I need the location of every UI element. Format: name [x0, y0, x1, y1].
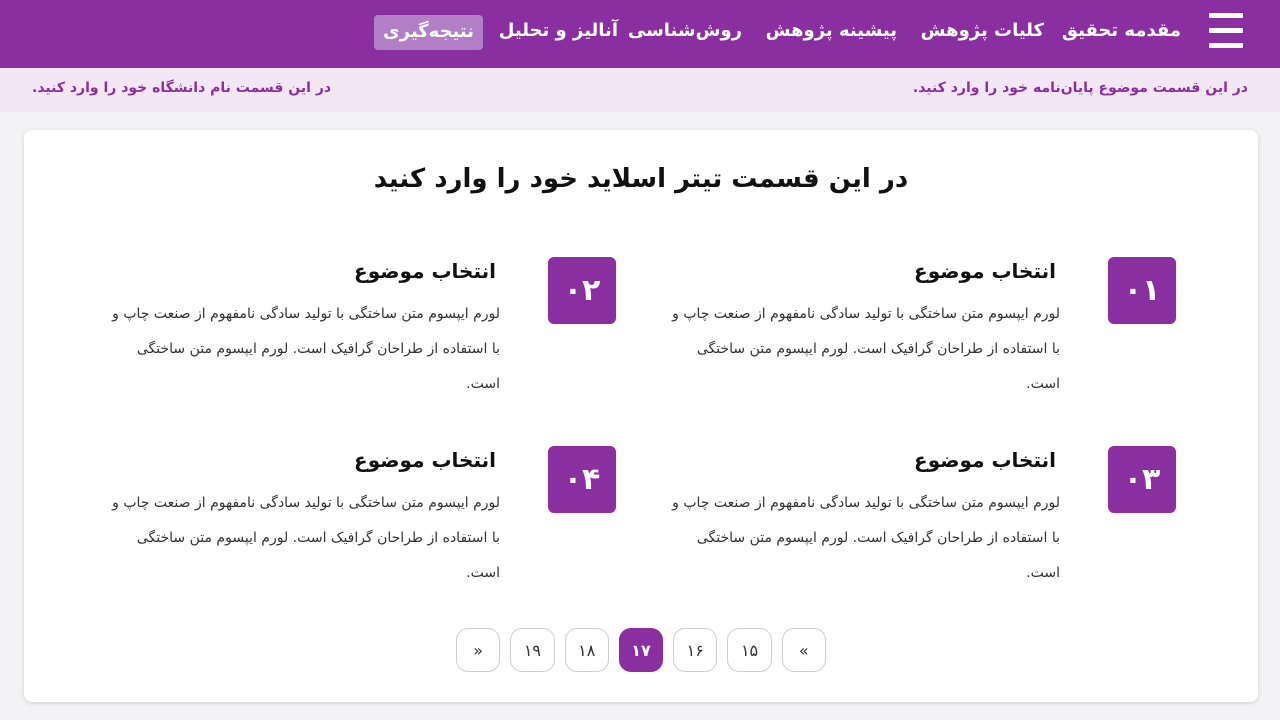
pagination-next-button[interactable]: »: [456, 628, 501, 672]
step-title: انتخاب موضوع: [354, 448, 496, 472]
pagination-page-16[interactable]: ۱۶: [673, 628, 718, 672]
hamburger-line: [1209, 43, 1243, 48]
nav-item-introduction[interactable]: مقدمه تحقیق: [1062, 14, 1181, 50]
nav-item-methodology[interactable]: روش‌شناسی: [628, 14, 742, 50]
slide-card: در این قسمت تیتر اسلاید خود را وارد کنید…: [24, 130, 1258, 702]
nav-item-analysis[interactable]: آنالیز و تحلیل: [499, 14, 618, 50]
pagination-page-17-current[interactable]: ۱۷: [618, 628, 664, 672]
step-item-01: ۰۱ انتخاب موضوع لورم ایپسوم متن ساختگی ب…: [656, 257, 1176, 407]
hamburger-line: [1209, 28, 1243, 33]
university-name-text: در این قسمت نام دانشگاه خود را وارد کنید…: [32, 80, 332, 96]
step-item-03: ۰۳ انتخاب موضوع لورم ایپسوم متن ساختگی ب…: [656, 446, 1176, 596]
pagination-page-18[interactable]: ۱۸: [564, 628, 609, 672]
pagination-page-15[interactable]: ۱۵: [727, 628, 772, 672]
step-item-04: ۰۴ انتخاب موضوع لورم ایپسوم متن ساختگی ب…: [96, 446, 616, 596]
pagination-page-19[interactable]: ۱۹: [510, 628, 555, 672]
top-nav-bar: مقدمه تحقیق کلیات پژوهش پیشینه پژوهش روش…: [0, 0, 1280, 68]
step-description: لورم ایپسوم متن ساختگی با تولید سادگی نا…: [672, 306, 1060, 392]
nav-item-conclusion[interactable]: نتیجه‌گیری: [374, 15, 483, 50]
step-title: انتخاب موضوع: [914, 448, 1056, 472]
step-item-02: ۰۲ انتخاب موضوع لورم ایپسوم متن ساختگی ب…: [96, 257, 616, 407]
step-description: لورم ایپسوم متن ساختگی با تولید سادگی نا…: [112, 495, 500, 581]
step-number-badge: ۰۳: [1108, 446, 1176, 513]
step-number-badge: ۰۲: [548, 257, 616, 324]
step-number-badge: ۰۱: [1108, 257, 1176, 324]
step-title: انتخاب موضوع: [914, 259, 1056, 283]
step-number-badge: ۰۴: [548, 446, 616, 513]
sub-header-bar: در این قسمت موضوع پایان‌نامه خود را وارد…: [0, 68, 1280, 112]
thesis-topic-text: در این قسمت موضوع پایان‌نامه خود را وارد…: [912, 80, 1248, 96]
step-description: لورم ایپسوم متن ساختگی با تولید سادگی نا…: [672, 495, 1060, 581]
step-description: لورم ایپسوم متن ساختگی با تولید سادگی نا…: [112, 306, 500, 392]
step-title: انتخاب موضوع: [354, 259, 496, 283]
slide-title: در این قسمت تیتر اسلاید خود را وارد کنید: [373, 164, 909, 194]
nav-item-overview[interactable]: کلیات پژوهش: [921, 14, 1044, 50]
pagination: » ۱۹ ۱۸ ۱۷ ۱۶ ۱۵ «: [456, 628, 826, 672]
hamburger-line: [1209, 13, 1243, 18]
hamburger-menu-icon[interactable]: [1209, 13, 1243, 48]
pagination-prev-button[interactable]: «: [781, 628, 826, 672]
nav-item-literature[interactable]: پیشینه پژوهش: [766, 14, 897, 50]
